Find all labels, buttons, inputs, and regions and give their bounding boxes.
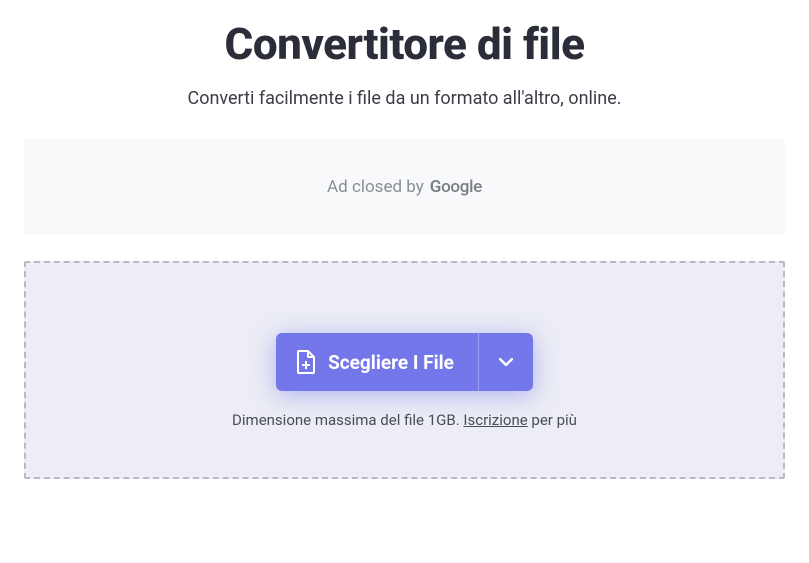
signup-link[interactable]: Iscrizione [463,411,527,429]
ad-closed-text: Ad closed by Google [327,177,482,197]
ad-banner: Ad closed by Google [24,139,785,235]
ad-prefix: Ad closed by [327,177,424,197]
choose-file-label: Scegliere I File [328,351,454,374]
google-logo: Google [430,177,482,197]
page-title: Convertitore di file [20,18,789,70]
choose-file-button-group: Scegliere I File [276,333,533,391]
file-size-info: Dimensione massima del file 1GB. Iscrizi… [46,411,763,429]
size-suffix: per più [528,411,577,429]
chevron-down-icon [499,358,513,366]
file-dropzone[interactable]: Scegliere I File Dimensione massima del … [24,261,785,479]
choose-file-button[interactable]: Scegliere I File [276,333,478,391]
size-prefix: Dimensione massima del file 1GB. [232,411,463,429]
page-subtitle: Converti facilmente i file da un formato… [20,88,789,109]
choose-file-dropdown-button[interactable] [478,333,533,391]
file-plus-icon [296,350,316,374]
